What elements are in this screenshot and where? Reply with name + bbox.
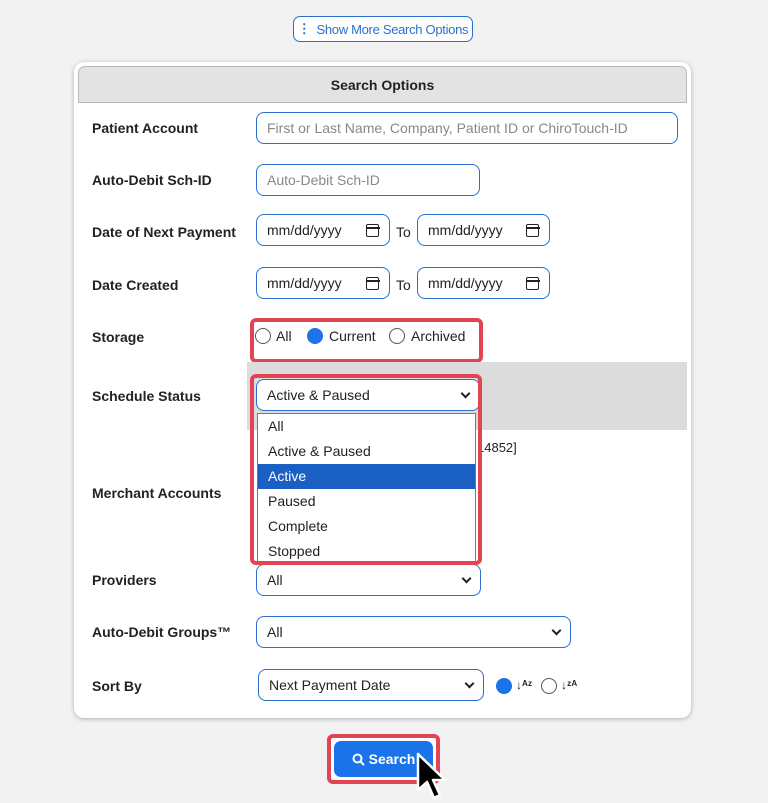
storage-label: Storage <box>92 329 145 345</box>
chevron-down-icon <box>464 678 475 688</box>
next-payment-to-label: To <box>396 224 411 240</box>
date-created-to-value: mm/dd/yyyy <box>428 275 503 291</box>
sort-by-value: Next Payment Date <box>269 677 391 693</box>
chevron-down-icon <box>551 625 562 635</box>
status-option-active[interactable]: Active <box>258 464 475 489</box>
calendar-icon[interactable] <box>365 276 380 290</box>
groups-select[interactable]: All <box>256 616 571 648</box>
providers-label: Providers <box>92 572 157 588</box>
next-payment-label: Date of Next Payment <box>92 224 236 240</box>
status-option-complete[interactable]: Complete <box>258 514 475 539</box>
schedule-status-dropdown[interactable]: All Active & Paused Active Paused Comple… <box>257 413 476 562</box>
next-payment-from-value: mm/dd/yyyy <box>267 222 342 238</box>
providers-select[interactable]: All <box>256 564 481 596</box>
panel-title: Search Options <box>78 66 687 103</box>
patient-account-label: Patient Account <box>92 120 199 136</box>
sort-descending-icon: ↓ᶻᴬ <box>561 678 578 692</box>
mouse-pointer-icon <box>416 752 447 800</box>
date-created-from-value: mm/dd/yyyy <box>267 275 342 291</box>
sort-descending-radio[interactable] <box>541 678 557 694</box>
date-created-to-label: To <box>396 277 411 293</box>
search-icon <box>352 753 365 766</box>
calendar-icon[interactable] <box>525 223 540 237</box>
storage-archived-radio[interactable] <box>389 328 405 344</box>
chevron-down-icon <box>461 573 472 583</box>
storage-current-label: Current <box>329 328 376 344</box>
status-option-all[interactable]: All <box>258 414 475 439</box>
calendar-icon[interactable] <box>365 223 380 237</box>
patient-account-input[interactable]: First or Last Name, Company, Patient ID … <box>256 112 678 144</box>
status-option-paused[interactable]: Paused <box>258 489 475 514</box>
storage-all-radio[interactable] <box>255 328 271 344</box>
date-created-to-input[interactable]: mm/dd/yyyy <box>417 267 550 299</box>
vertical-ellipsis-icon: ⋮ <box>297 21 311 36</box>
show-more-options-button[interactable]: ⋮ Show More Search Options <box>293 16 473 42</box>
sort-ascending-icon: ↓ᴬᶻ <box>516 678 533 692</box>
merchant-account-partial-text: 14852] <box>477 440 517 455</box>
groups-label: Auto-Debit Groups™ <box>92 624 232 640</box>
date-created-from-input[interactable]: mm/dd/yyyy <box>256 267 390 299</box>
providers-value: All <box>267 572 283 588</box>
calendar-icon[interactable] <box>525 276 540 290</box>
show-more-options-label: Show More Search Options <box>316 21 469 37</box>
sort-by-select[interactable]: Next Payment Date <box>258 669 484 701</box>
storage-current-radio[interactable] <box>307 328 323 344</box>
auto-debit-id-label: Auto-Debit Sch-ID <box>92 172 212 188</box>
next-payment-from-input[interactable]: mm/dd/yyyy <box>256 214 390 246</box>
storage-archived-label: Archived <box>411 328 466 344</box>
search-button-label: Search <box>368 751 416 767</box>
groups-value: All <box>267 624 283 640</box>
merchant-accounts-label: Merchant Accounts <box>92 485 222 501</box>
next-payment-to-value: mm/dd/yyyy <box>428 222 503 238</box>
sort-ascending-radio[interactable] <box>496 678 512 694</box>
status-option-active-paused[interactable]: Active & Paused <box>258 439 475 464</box>
storage-all-label: All <box>276 328 292 344</box>
auto-debit-id-input[interactable]: Auto-Debit Sch-ID <box>256 164 480 196</box>
status-option-stopped[interactable]: Stopped <box>258 539 475 561</box>
next-payment-to-input[interactable]: mm/dd/yyyy <box>417 214 550 246</box>
sort-by-label: Sort By <box>92 678 142 694</box>
schedule-status-label: Schedule Status <box>92 388 201 404</box>
date-created-label: Date Created <box>92 277 179 293</box>
